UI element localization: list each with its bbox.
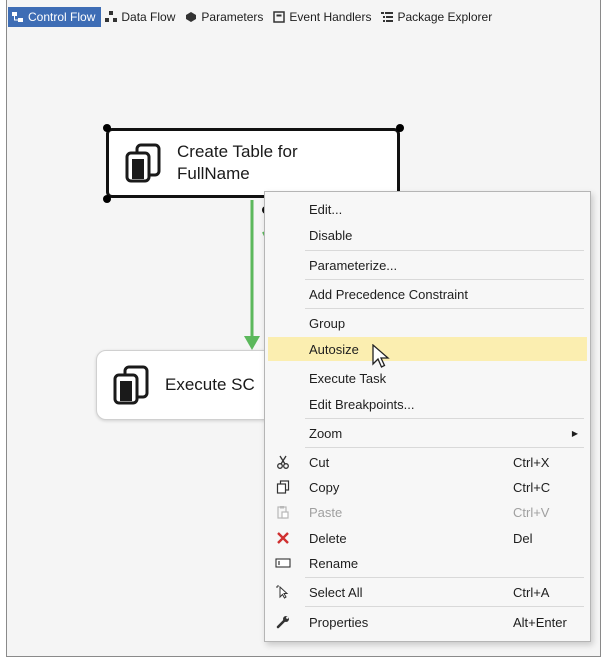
menu-item-label: Properties [309, 614, 369, 630]
menu-item-shortcut: Ctrl+C [513, 479, 551, 495]
menu-item-label: Edit Breakpoints... [309, 396, 415, 412]
menu-item-label: Select All [309, 584, 363, 600]
menu-item-label: Zoom [309, 425, 343, 441]
menu-item-rename[interactable]: Rename [265, 551, 590, 575]
submenu-arrow-icon: ▶ [571, 428, 578, 438]
menu-item-add-precedence-constraint[interactable]: Add Precedence Constraint [265, 282, 590, 306]
execute-sql-task-icon [125, 143, 161, 183]
menu-item-shortcut: Ctrl+A [513, 584, 550, 600]
menu-item-label: Edit... [309, 201, 343, 217]
menu-item-label: Group [309, 315, 346, 331]
menu-item-group[interactable]: Group [265, 311, 590, 335]
menu-item-shortcut: Alt+Enter [513, 614, 567, 630]
menu-item-delete[interactable]: Delete Del [265, 526, 590, 550]
task-label-line2: FullName [177, 164, 250, 183]
delete-icon [275, 530, 291, 546]
menu-separator [305, 250, 584, 251]
menu-item-label: Execute Task [309, 370, 387, 386]
scissors-icon [275, 454, 291, 470]
task-create-table[interactable]: Create Table for FullName [106, 128, 400, 198]
menu-item-edit-breakpoints[interactable]: Edit Breakpoints... [265, 392, 590, 416]
task-label-line1: Create Table for [177, 142, 298, 161]
menu-item-label: Copy [309, 479, 340, 495]
menu-item-execute-task[interactable]: Execute Task [265, 366, 590, 390]
menu-item-shortcut: Ctrl+X [513, 454, 550, 470]
rename-icon [275, 555, 291, 571]
menu-separator [305, 308, 584, 309]
resize-handle[interactable] [396, 124, 404, 132]
task-label: Execute SC [165, 375, 255, 394]
menu-separator [305, 418, 584, 419]
menu-item-edit[interactable]: Edit... [265, 197, 590, 221]
wrench-icon [275, 614, 291, 630]
menu-separator [305, 577, 584, 578]
menu-item-label: Autosize [309, 341, 359, 357]
task-label: Create Table for FullName [177, 141, 298, 185]
menu-item-copy[interactable]: Copy Ctrl+C [265, 475, 590, 499]
paste-icon [275, 504, 291, 520]
mouse-cursor-icon [372, 344, 390, 368]
menu-item-paste[interactable]: Paste Ctrl+V [265, 500, 590, 524]
menu-item-label: Cut [309, 454, 330, 470]
menu-item-autosize[interactable]: Autosize [268, 337, 587, 361]
menu-item-label: Delete [309, 530, 347, 546]
menu-item-parameterize[interactable]: Parameterize... [265, 253, 590, 277]
menu-item-label: Parameterize... [309, 257, 398, 273]
menu-item-label: Rename [309, 555, 359, 571]
menu-item-shortcut: Del [513, 530, 533, 546]
copy-icon [275, 479, 291, 495]
menu-separator [305, 279, 584, 280]
menu-separator [305, 606, 584, 607]
menu-item-label: Disable [309, 227, 353, 243]
menu-item-properties[interactable]: Properties Alt+Enter [265, 610, 590, 634]
menu-item-zoom[interactable]: Zoom ▶ [265, 421, 590, 445]
menu-item-label: Add Precedence Constraint [309, 286, 468, 302]
resize-handle[interactable] [103, 124, 111, 132]
menu-item-disable[interactable]: Disable [265, 223, 590, 247]
context-menu: Edit... Disable Parameterize... Add Prec… [264, 191, 591, 642]
menu-item-cut[interactable]: Cut Ctrl+X [265, 450, 590, 474]
menu-item-label: Paste [309, 504, 343, 520]
menu-separator [305, 447, 584, 448]
resize-handle[interactable] [103, 195, 111, 203]
menu-item-select-all[interactable]: Select All Ctrl+A [265, 580, 590, 604]
menu-item-shortcut: Ctrl+V [513, 504, 550, 520]
execute-sql-task-icon [113, 365, 149, 405]
select-all-icon [275, 584, 291, 600]
